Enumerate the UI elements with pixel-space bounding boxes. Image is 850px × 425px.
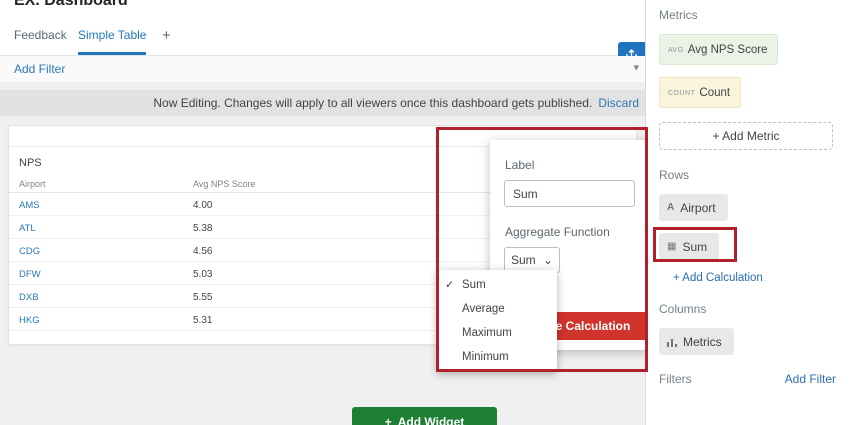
metrics-heading: Metrics bbox=[659, 8, 850, 22]
screen: EX. Dashboard Feedback Simple Table + Ad… bbox=[0, 0, 850, 425]
metric-avg-nps-score[interactable]: AVG Avg NPS Score bbox=[659, 34, 778, 65]
metric-type-tag: AVG bbox=[668, 47, 684, 54]
aggregate-selected-value: Sum bbox=[511, 253, 536, 267]
score-value: 4.56 bbox=[193, 246, 212, 257]
airport-link[interactable]: DFW bbox=[19, 269, 41, 280]
score-value: 4.00 bbox=[193, 200, 212, 211]
tab-feedback[interactable]: Feedback bbox=[14, 16, 67, 55]
tab-simple-table[interactable]: Simple Table bbox=[78, 16, 146, 55]
airport-link[interactable]: AMS bbox=[19, 200, 40, 211]
settings-sidebar: Metrics AVG Avg NPS Score COUNT Count + Ad… bbox=[645, 0, 850, 425]
airport-link[interactable]: ATL bbox=[19, 223, 36, 234]
check-icon: ✓ bbox=[445, 273, 454, 297]
dropdown-option-average[interactable]: Average bbox=[437, 297, 557, 321]
columns-heading: Columns bbox=[659, 302, 850, 316]
label-input[interactable] bbox=[504, 180, 635, 207]
aggregate-dropdown-menu: ✓ Sum Average Maximum Minimum bbox=[437, 270, 557, 372]
airport-link[interactable]: DXB bbox=[19, 292, 39, 303]
score-value: 5.38 bbox=[193, 223, 212, 234]
bar-chart-icon bbox=[667, 337, 677, 347]
app-header: EX. Dashboard bbox=[0, 0, 645, 16]
column-chip-label: Metrics bbox=[683, 335, 722, 349]
filter-bar: Add Filter ▾ bbox=[0, 56, 645, 82]
add-calculation-link[interactable]: + Add Calculation bbox=[673, 272, 850, 284]
editing-banner: Now Editing. Changes will apply to all v… bbox=[0, 90, 645, 116]
score-value: 5.31 bbox=[193, 315, 212, 326]
discard-link[interactable]: Discard bbox=[598, 96, 639, 110]
filters-heading: Filters bbox=[659, 372, 692, 386]
tab-bar: Feedback Simple Table + bbox=[0, 16, 645, 56]
column-chip-metrics[interactable]: Metrics bbox=[659, 328, 734, 355]
metric-type-tag: COUNT bbox=[668, 90, 695, 97]
rows-heading: Rows bbox=[659, 168, 850, 182]
airport-link[interactable]: HKG bbox=[19, 315, 40, 326]
row-chip-sum[interactable]: ▦ Sum bbox=[659, 233, 719, 260]
label-heading: Label bbox=[505, 158, 650, 172]
add-filter-link[interactable]: Add Filter bbox=[14, 62, 65, 76]
sidebar-add-filter-link[interactable]: Add Filter bbox=[785, 372, 836, 386]
dropdown-option-label: Sum bbox=[462, 279, 486, 291]
metric-label: Count bbox=[699, 87, 730, 99]
row-chip-label: Airport bbox=[680, 201, 715, 215]
editing-banner-message: Now Editing. Changes will apply to all v… bbox=[153, 96, 592, 110]
text-field-icon: A bbox=[667, 202, 674, 213]
dropdown-option-sum[interactable]: ✓ Sum bbox=[437, 273, 557, 297]
airport-link[interactable]: CDG bbox=[19, 246, 40, 257]
metric-count[interactable]: COUNT Count bbox=[659, 77, 741, 108]
dropdown-option-label: Average bbox=[462, 303, 505, 315]
select-caret-icon: ⌄ bbox=[543, 253, 553, 267]
add-metric-button[interactable]: + Add Metric bbox=[659, 122, 833, 150]
filters-row: Filters Add Filter bbox=[659, 372, 836, 386]
dashboard-title: EX. Dashboard bbox=[14, 0, 128, 10]
row-chip-label: Sum bbox=[682, 240, 707, 254]
add-tab-button[interactable]: + bbox=[162, 16, 171, 55]
add-widget-button[interactable]: + Add Widget bbox=[352, 407, 497, 425]
dropdown-option-maximum[interactable]: Maximum bbox=[437, 321, 557, 345]
plus-icon: + bbox=[385, 415, 392, 425]
aggregate-function-heading: Aggregate Function bbox=[505, 225, 650, 239]
dropdown-option-label: Maximum bbox=[462, 327, 512, 339]
grid-icon: ▦ bbox=[667, 241, 676, 252]
score-value: 5.03 bbox=[193, 269, 212, 280]
metric-label: Avg NPS Score bbox=[688, 44, 768, 56]
row-chip-airport[interactable]: A Airport bbox=[659, 194, 728, 221]
score-value: 5.55 bbox=[193, 292, 212, 303]
column-header-airport: Airport bbox=[9, 175, 193, 192]
add-widget-label: Add Widget bbox=[398, 415, 465, 425]
dropdown-option-minimum[interactable]: Minimum bbox=[437, 345, 557, 369]
chevron-down-icon[interactable]: ▾ bbox=[633, 61, 639, 74]
dropdown-option-label: Minimum bbox=[462, 351, 509, 363]
